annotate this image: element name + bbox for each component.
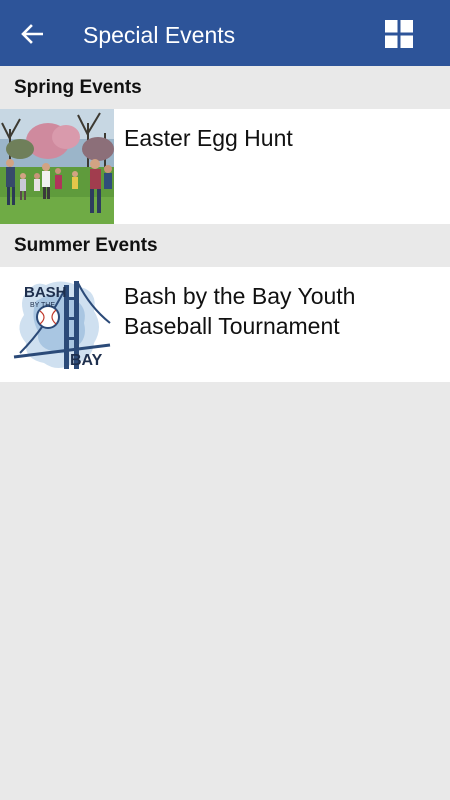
page-title: Special Events xyxy=(83,22,236,48)
svg-text:BAY: BAY xyxy=(70,352,103,369)
svg-text:BASH: BASH xyxy=(24,284,67,301)
list-item-easter-egg-hunt[interactable]: Easter Egg Hunt xyxy=(0,109,450,224)
empty-list-area xyxy=(0,382,450,800)
easter-egg-hunt-photo xyxy=(0,109,114,224)
arrow-left-icon xyxy=(21,24,43,44)
app-bar: Special Events xyxy=(0,0,450,66)
event-title: Bash by the Bay Youth Baseball Tournamen… xyxy=(124,283,356,339)
list-item-bash-by-the-bay[interactable]: BASH BY THE BAY Bash by the Bay Youth Ba… xyxy=(0,267,450,382)
grid-view-icon xyxy=(385,20,413,48)
grid-view-button[interactable] xyxy=(385,20,413,48)
back-button[interactable] xyxy=(14,17,50,51)
event-title: Easter Egg Hunt xyxy=(124,125,293,151)
svg-text:BY THE: BY THE xyxy=(30,302,55,309)
section-header-summer: Summer Events xyxy=(0,224,450,267)
bash-by-the-bay-logo: BASH BY THE BAY xyxy=(0,267,114,382)
section-header-spring: Spring Events xyxy=(0,66,450,109)
